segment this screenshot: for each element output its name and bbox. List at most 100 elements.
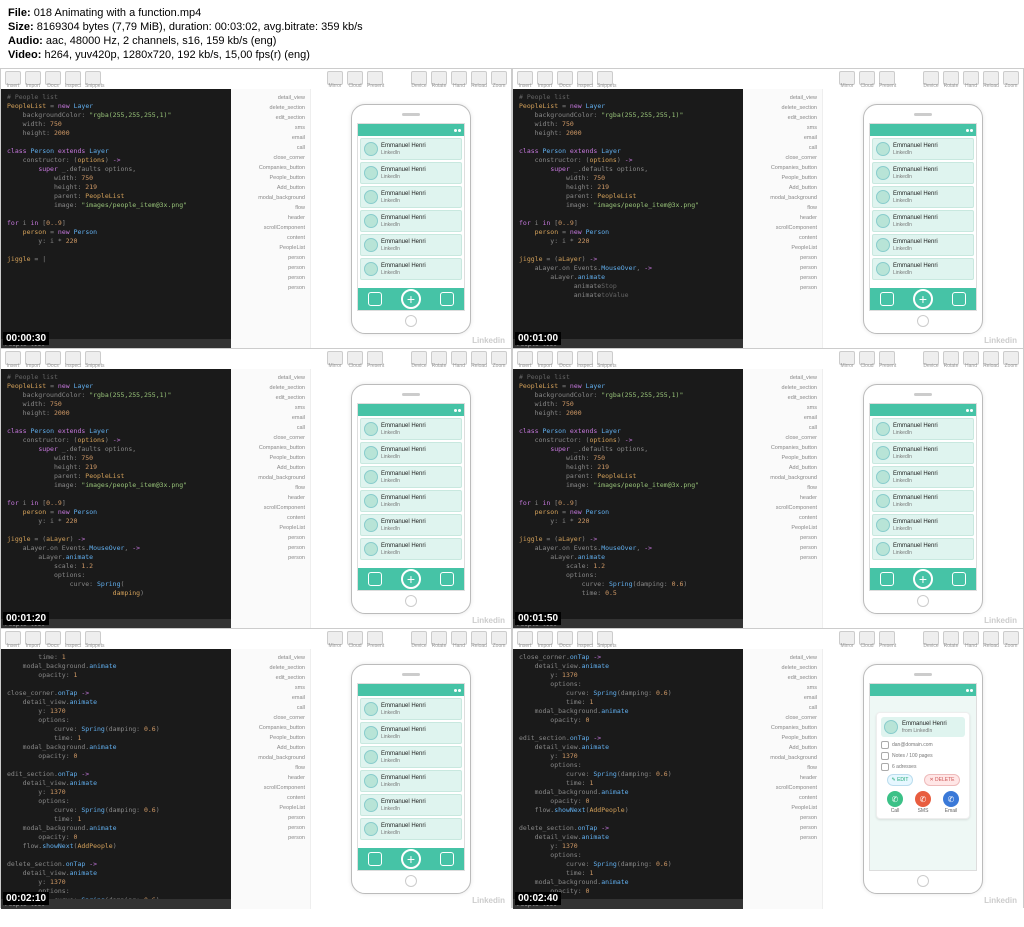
- outline-item[interactable]: email: [746, 693, 819, 703]
- list-item[interactable]: Emmanuel HenriLinkedIn: [360, 418, 462, 440]
- outline-item[interactable]: scrollComponent: [746, 503, 819, 513]
- outline-item[interactable]: person: [234, 263, 307, 273]
- companies-icon[interactable]: [440, 852, 454, 866]
- outline-item[interactable]: detail_view: [234, 93, 307, 103]
- outline-item[interactable]: Add_button: [746, 463, 819, 473]
- outline-item[interactable]: sms: [234, 683, 307, 693]
- outline-item[interactable]: person: [746, 273, 819, 283]
- outline-item[interactable]: sms: [234, 123, 307, 133]
- companies-icon[interactable]: [952, 292, 966, 306]
- list-item[interactable]: Emmanuel HenriLinkedIn: [360, 138, 462, 160]
- outline-item[interactable]: email: [746, 413, 819, 423]
- add-button[interactable]: +: [913, 289, 933, 309]
- people-icon[interactable]: [368, 292, 382, 306]
- add-button[interactable]: +: [913, 569, 933, 589]
- outline-item[interactable]: People_button: [234, 173, 307, 183]
- list-item[interactable]: Emmanuel HenriLinkedIn: [872, 210, 974, 232]
- outline-item[interactable]: call: [746, 423, 819, 433]
- outline-item[interactable]: flow: [234, 203, 307, 213]
- outline-item[interactable]: PeopleList: [234, 803, 307, 813]
- people-list[interactable]: Emmanuel HenriLinkedIn Emmanuel HenriLin…: [358, 696, 464, 848]
- outline-item[interactable]: delete_section: [234, 103, 307, 113]
- outline-item[interactable]: email: [234, 133, 307, 143]
- outline-item[interactable]: close_corner: [746, 713, 819, 723]
- outline-item[interactable]: delete_section: [234, 663, 307, 673]
- outline-item[interactable]: content: [746, 513, 819, 523]
- outline-item[interactable]: Add_button: [234, 463, 307, 473]
- outline-item[interactable]: Add_button: [234, 743, 307, 753]
- outline-item[interactable]: email: [234, 693, 307, 703]
- outline-item[interactable]: edit_section: [746, 113, 819, 123]
- outline-item[interactable]: Companies_button: [234, 443, 307, 453]
- people-list[interactable]: Emmanuel HenriLinkedIn Emmanuel HenriLin…: [870, 416, 976, 568]
- outline-item[interactable]: delete_section: [746, 383, 819, 393]
- outline-item[interactable]: sms: [234, 403, 307, 413]
- add-button[interactable]: +: [401, 849, 421, 869]
- outline-item[interactable]: flow: [746, 483, 819, 493]
- outline-item[interactable]: close_corner: [234, 153, 307, 163]
- outline-item[interactable]: person: [746, 543, 819, 553]
- outline-item[interactable]: close_corner: [234, 713, 307, 723]
- outline-item[interactable]: edit_section: [746, 673, 819, 683]
- outline-item[interactable]: content: [746, 793, 819, 803]
- list-item[interactable]: Emmanuel HenriLinkedIn: [872, 466, 974, 488]
- outline-item[interactable]: Companies_button: [746, 723, 819, 733]
- outline-item[interactable]: People_button: [746, 453, 819, 463]
- companies-icon[interactable]: [440, 292, 454, 306]
- layer-outline[interactable]: detail_viewdelete_sectionedit_sectionsms…: [743, 89, 823, 349]
- outline-item[interactable]: Add_button: [746, 743, 819, 753]
- companies-icon[interactable]: [440, 572, 454, 586]
- outline-item[interactable]: modal_background: [234, 473, 307, 483]
- outline-item[interactable]: PeopleList: [234, 523, 307, 533]
- delete-button[interactable]: ✕ DELETE: [924, 774, 959, 786]
- outline-item[interactable]: PeopleList: [234, 243, 307, 253]
- people-icon[interactable]: [368, 852, 382, 866]
- list-item[interactable]: Emmanuel HenriLinkedIn: [360, 818, 462, 840]
- people-icon[interactable]: [880, 292, 894, 306]
- outline-item[interactable]: modal_background: [234, 193, 307, 203]
- outline-item[interactable]: sms: [746, 403, 819, 413]
- list-item[interactable]: Emmanuel HenriLinkedIn: [360, 722, 462, 744]
- list-item[interactable]: Emmanuel HenriLinkedIn: [360, 210, 462, 232]
- outline-item[interactable]: PeopleList: [746, 243, 819, 253]
- people-icon[interactable]: [368, 572, 382, 586]
- outline-item[interactable]: content: [746, 233, 819, 243]
- layer-outline[interactable]: detail_viewdelete_sectionedit_sectionsms…: [743, 369, 823, 629]
- outline-item[interactable]: person: [746, 553, 819, 563]
- outline-item[interactable]: edit_section: [234, 393, 307, 403]
- outline-item[interactable]: call: [234, 143, 307, 153]
- people-list[interactable]: Emmanuel HenriLinkedIn Emmanuel HenriLin…: [358, 416, 464, 568]
- outline-item[interactable]: call: [746, 703, 819, 713]
- outline-item[interactable]: person: [234, 283, 307, 293]
- outline-item[interactable]: Companies_button: [234, 723, 307, 733]
- list-item[interactable]: Emmanuel HenriLinkedIn: [360, 442, 462, 464]
- companies-icon[interactable]: [952, 572, 966, 586]
- outline-item[interactable]: content: [234, 793, 307, 803]
- list-item[interactable]: Emmanuel HenriLinkedIn: [360, 698, 462, 720]
- outline-item[interactable]: delete_section: [746, 663, 819, 673]
- list-item[interactable]: Emmanuel HenriLinkedIn: [872, 538, 974, 560]
- outline-item[interactable]: Companies_button: [234, 163, 307, 173]
- list-item[interactable]: Emmanuel HenriLinkedIn: [872, 234, 974, 256]
- outline-item[interactable]: close_corner: [746, 433, 819, 443]
- list-item[interactable]: Emmanuel HenriLinkedIn: [360, 234, 462, 256]
- outline-item[interactable]: flow: [234, 483, 307, 493]
- list-item[interactable]: Emmanuel HenriLinkedIn: [872, 418, 974, 440]
- outline-item[interactable]: flow: [746, 203, 819, 213]
- people-list[interactable]: Emmanuel HenriLinkedIn Emmanuel HenriLin…: [870, 136, 976, 288]
- people-icon[interactable]: [880, 572, 894, 586]
- list-item[interactable]: Emmanuel HenriLinkedIn: [872, 138, 974, 160]
- outline-item[interactable]: person: [234, 813, 307, 823]
- outline-item[interactable]: content: [234, 233, 307, 243]
- outline-item[interactable]: scrollComponent: [234, 503, 307, 513]
- outline-item[interactable]: People_button: [234, 453, 307, 463]
- outline-item[interactable]: person: [234, 833, 307, 843]
- outline-item[interactable]: scrollComponent: [234, 223, 307, 233]
- list-item[interactable]: Emmanuel HenriLinkedIn: [360, 258, 462, 280]
- outline-item[interactable]: detail_view: [746, 93, 819, 103]
- outline-item[interactable]: header: [746, 213, 819, 223]
- outline-item[interactable]: person: [746, 833, 819, 843]
- list-item[interactable]: Emmanuel HenriLinkedIn: [872, 186, 974, 208]
- list-item[interactable]: Emmanuel HenriLinkedIn: [360, 514, 462, 536]
- edit-button[interactable]: ✎ EDIT: [887, 774, 914, 786]
